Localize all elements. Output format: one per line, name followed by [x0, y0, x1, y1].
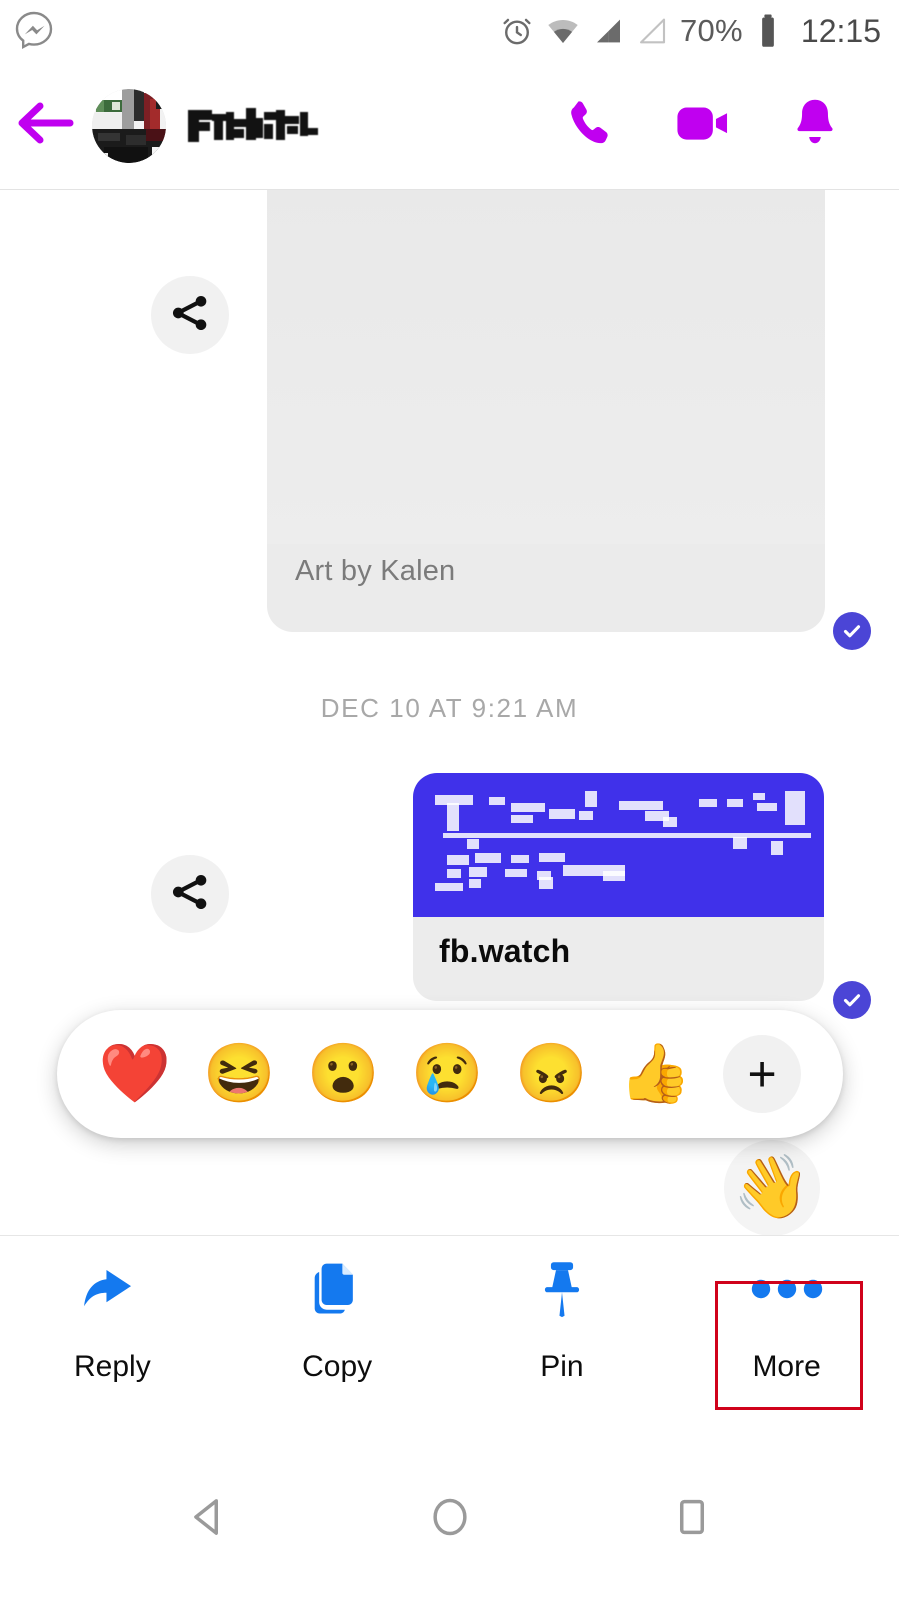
photo-attachment[interactable]	[267, 190, 825, 544]
battery-icon	[755, 13, 781, 49]
status-bar: 70% 12:15	[0, 0, 899, 62]
reaction-wow[interactable]: 😮	[307, 1045, 379, 1103]
reply-arrow-icon	[81, 1258, 143, 1320]
bell-icon	[797, 99, 833, 144]
reaction-picker-bar[interactable]: ❤️ 😆 😮 😢 😠 👍 +	[57, 1010, 843, 1138]
copy-action-label: Copy	[302, 1350, 373, 1383]
message-action-sheet: Reply Copy Pin More	[0, 1235, 899, 1435]
day-divider: DEC 10 AT 9:21 AM	[320, 693, 579, 723]
android-home-button[interactable]	[423, 1490, 477, 1544]
back-button[interactable]	[0, 97, 90, 154]
wave-emoji-reaction[interactable]: 👋	[724, 1140, 820, 1236]
pin-action-label: Pin	[540, 1350, 584, 1383]
video-camera-icon	[677, 107, 728, 140]
messenger-logo-icon	[10, 6, 58, 54]
link-domain-label: fb.watch	[439, 933, 571, 969]
photo-message-bubble[interactable]: Art by Kalen	[267, 190, 825, 632]
delivered-check-icon-link	[833, 981, 871, 1019]
messenger-conversation-screen: 70% 12:15 Art by Kalen DEC 10 AT 9:21 AM…	[0, 0, 899, 1599]
reaction-haha[interactable]: 😆	[203, 1045, 275, 1103]
reply-action-label: Reply	[74, 1350, 151, 1383]
contact-name[interactable]	[188, 104, 563, 148]
share-icon	[168, 870, 212, 919]
pin-icon	[538, 1258, 586, 1320]
audio-call-button[interactable]	[563, 95, 619, 156]
copy-action[interactable]: Copy	[225, 1236, 450, 1406]
reply-action[interactable]: Reply	[0, 1236, 225, 1406]
avatar[interactable]	[92, 88, 166, 163]
link-preview-card[interactable]: fb.watch	[413, 773, 824, 1001]
more-action[interactable]: More	[674, 1236, 899, 1406]
contact-name-redacted	[188, 106, 320, 146]
android-navigation-bar	[0, 1435, 899, 1599]
share-icon	[168, 291, 212, 340]
alarm-icon	[500, 14, 534, 48]
more-reactions-button[interactable]: +	[723, 1035, 802, 1113]
signal-sim2-icon	[636, 15, 668, 47]
signal-sim1-icon	[592, 15, 624, 47]
wifi-icon	[546, 14, 580, 48]
reaction-angry[interactable]: 😠	[515, 1045, 587, 1103]
status-bar-clock: 12:15	[800, 12, 881, 49]
back-arrow-icon	[14, 97, 76, 154]
conversation-header	[0, 62, 899, 190]
header-actions	[563, 95, 841, 156]
share-button-photo[interactable]	[151, 276, 229, 354]
more-action-label: More	[752, 1350, 821, 1383]
notifications-button[interactable]	[789, 95, 841, 156]
ellipsis-icon	[751, 1258, 823, 1320]
pin-action[interactable]: Pin	[450, 1236, 675, 1406]
reaction-sad[interactable]: 😢	[411, 1045, 483, 1103]
photo-caption: Art by Kalen	[295, 555, 456, 587]
phone-icon	[571, 101, 608, 144]
video-call-button[interactable]	[673, 95, 735, 156]
reaction-love[interactable]: ❤️	[99, 1045, 171, 1103]
link-preview-image-redacted	[413, 773, 824, 917]
android-back-button[interactable]	[181, 1490, 235, 1544]
copy-icon	[309, 1258, 365, 1320]
battery-percent-label: 70%	[679, 13, 743, 48]
share-button-link[interactable]	[151, 855, 229, 933]
status-bar-icons: 70% 12:15	[500, 0, 881, 62]
android-recents-button[interactable]	[665, 1490, 719, 1544]
reaction-like[interactable]: 👍	[619, 1045, 691, 1103]
delivered-check-icon-photo	[833, 612, 871, 650]
